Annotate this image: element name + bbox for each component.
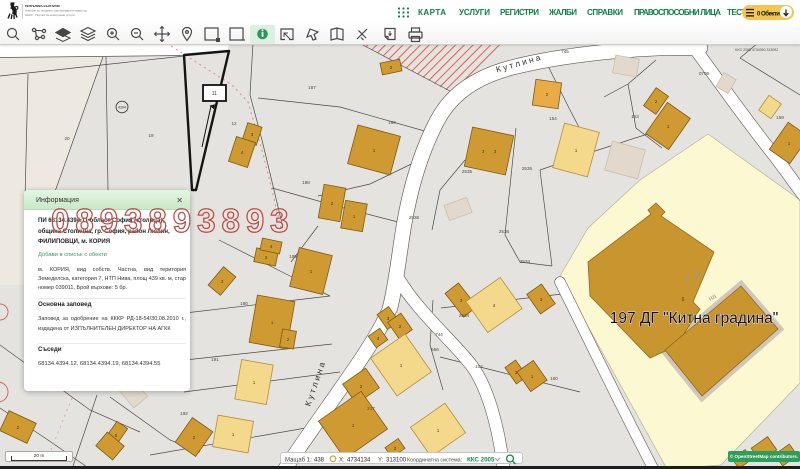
- svg-text:189: 189: [289, 254, 297, 259]
- svg-text:KKC 2005 4734090 313092: KKC 2005 4734090 313092: [735, 48, 778, 52]
- svg-text:187: 187: [308, 85, 316, 90]
- svg-text:191: 191: [211, 357, 219, 362]
- svg-text:190: 190: [240, 301, 248, 306]
- svg-text:КАРТА: КАРТА: [418, 8, 446, 17]
- svg-text:19: 19: [148, 133, 154, 138]
- svg-text:188: 188: [302, 180, 310, 185]
- svg-text:2536: 2536: [499, 229, 510, 234]
- svg-text:ЖАЛБИ: ЖАЛБИ: [548, 8, 577, 17]
- svg-text:186: 186: [388, 120, 396, 125]
- svg-text:556: 556: [431, 347, 439, 352]
- svg-text:КАИС - Портал за електронни ус: КАИС - Портал за електронни услуги: [25, 13, 75, 17]
- svg-text:4734134: 4734134: [347, 458, 371, 464]
- svg-text:РЕГИСТРИ: РЕГИСТРИ: [500, 8, 539, 17]
- svg-text:2535: 2535: [462, 169, 473, 174]
- svg-text:6: 6: [682, 297, 685, 303]
- svg-text:159: 159: [776, 115, 784, 120]
- svg-text:УСЛУГИ: УСЛУГИ: [459, 8, 490, 17]
- svg-text:438: 438: [314, 458, 325, 464]
- svg-text:20: 20: [64, 136, 70, 141]
- svg-text:2534: 2534: [520, 259, 531, 264]
- svg-text:Мащаб 1:: Мащаб 1:: [285, 458, 312, 464]
- svg-text:0709: 0709: [699, 71, 710, 76]
- svg-text:X:: X:: [339, 458, 345, 464]
- svg-text:192: 192: [180, 411, 188, 416]
- svg-text:РЕПУБЛИКА БЪЛГАРИЯ: РЕПУБЛИКА БЪЛГАРИЯ: [25, 4, 60, 8]
- svg-text:Координатна система:: Координатна система:: [407, 458, 462, 464]
- svg-text:744: 744: [435, 332, 443, 337]
- svg-text:2536: 2536: [409, 215, 420, 220]
- svg-text:154: 154: [549, 116, 557, 121]
- svg-text:0 Обекти: 0 Обекти: [757, 10, 780, 17]
- svg-text:ККС 2005: ККС 2005: [467, 457, 495, 464]
- svg-text:313100: 313100: [386, 458, 407, 464]
- svg-text:12: 12: [231, 121, 237, 126]
- svg-text:ПРАВОСПОСОБНИ ЛИЦА: ПРАВОСПОСОБНИ ЛИЦА: [634, 8, 721, 17]
- svg-text:Агенция по геодезия, картограф: Агенция по геодезия, картография и кадас…: [25, 9, 87, 13]
- svg-text:745: 745: [561, 49, 569, 54]
- svg-text:217: 217: [367, 406, 375, 411]
- svg-text:Y:: Y:: [378, 458, 384, 464]
- svg-text:4394: 4394: [118, 106, 126, 110]
- svg-text:197 ДГ "Китна градина": 197 ДГ "Китна градина": [610, 310, 778, 327]
- svg-text:102: 102: [475, 364, 483, 369]
- svg-text:11: 11: [212, 91, 217, 97]
- svg-text:2535: 2535: [522, 166, 533, 171]
- svg-text:153: 153: [631, 114, 639, 119]
- svg-text:2534: 2534: [459, 313, 470, 318]
- svg-text:СПРАВКИ: СПРАВКИ: [587, 8, 623, 17]
- svg-text:180: 180: [550, 376, 558, 381]
